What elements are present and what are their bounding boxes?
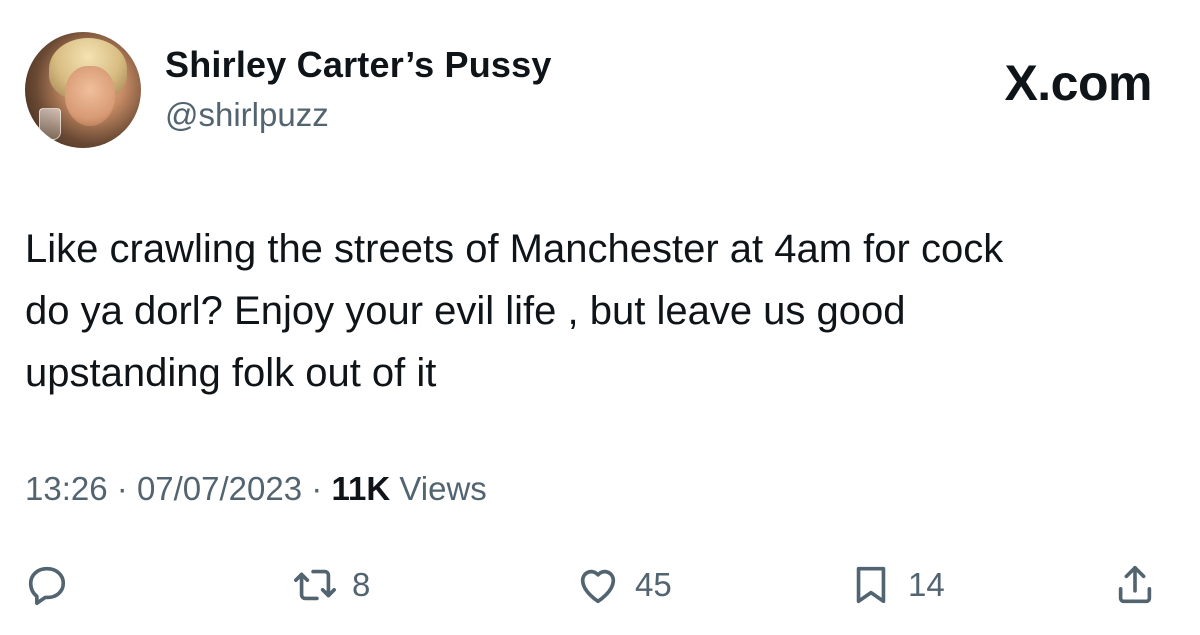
avatar-wine-glass: [39, 108, 61, 140]
bookmark-count: 14: [908, 566, 945, 603]
avatar-face: [65, 66, 115, 126]
tweet-date[interactable]: 07/07/2023: [137, 470, 302, 507]
views-label: Views: [399, 470, 487, 507]
repost-button[interactable]: 8: [292, 560, 370, 610]
meta-separator: ·: [311, 470, 323, 507]
repost-icon: [294, 569, 336, 601]
repost-count: 8: [352, 566, 371, 603]
avatar[interactable]: [25, 32, 141, 148]
like-icon: [580, 569, 616, 604]
brand-logo: X.com: [1004, 55, 1152, 111]
author-handle[interactable]: @shirlpuzz: [165, 96, 329, 134]
share-icon: [1118, 565, 1152, 604]
tweet-time[interactable]: 13:26: [25, 470, 108, 507]
reply-button[interactable]: [24, 560, 70, 610]
share-button[interactable]: [1112, 560, 1158, 610]
views-count: 11K: [331, 470, 391, 507]
tweet-text: Like crawling the streets of Manchester …: [25, 227, 1004, 395]
bookmark-icon: [856, 566, 886, 604]
like-button[interactable]: 45: [575, 560, 672, 610]
author-display-name[interactable]: Shirley Carter’s Pussy: [165, 44, 552, 86]
reply-icon: [28, 566, 66, 606]
bookmark-button[interactable]: 14: [848, 560, 945, 610]
meta-separator: ·: [116, 470, 128, 507]
like-count: 45: [635, 566, 672, 603]
tweet-meta: 13:26 · 07/07/2023 · 11K Views: [25, 470, 487, 508]
